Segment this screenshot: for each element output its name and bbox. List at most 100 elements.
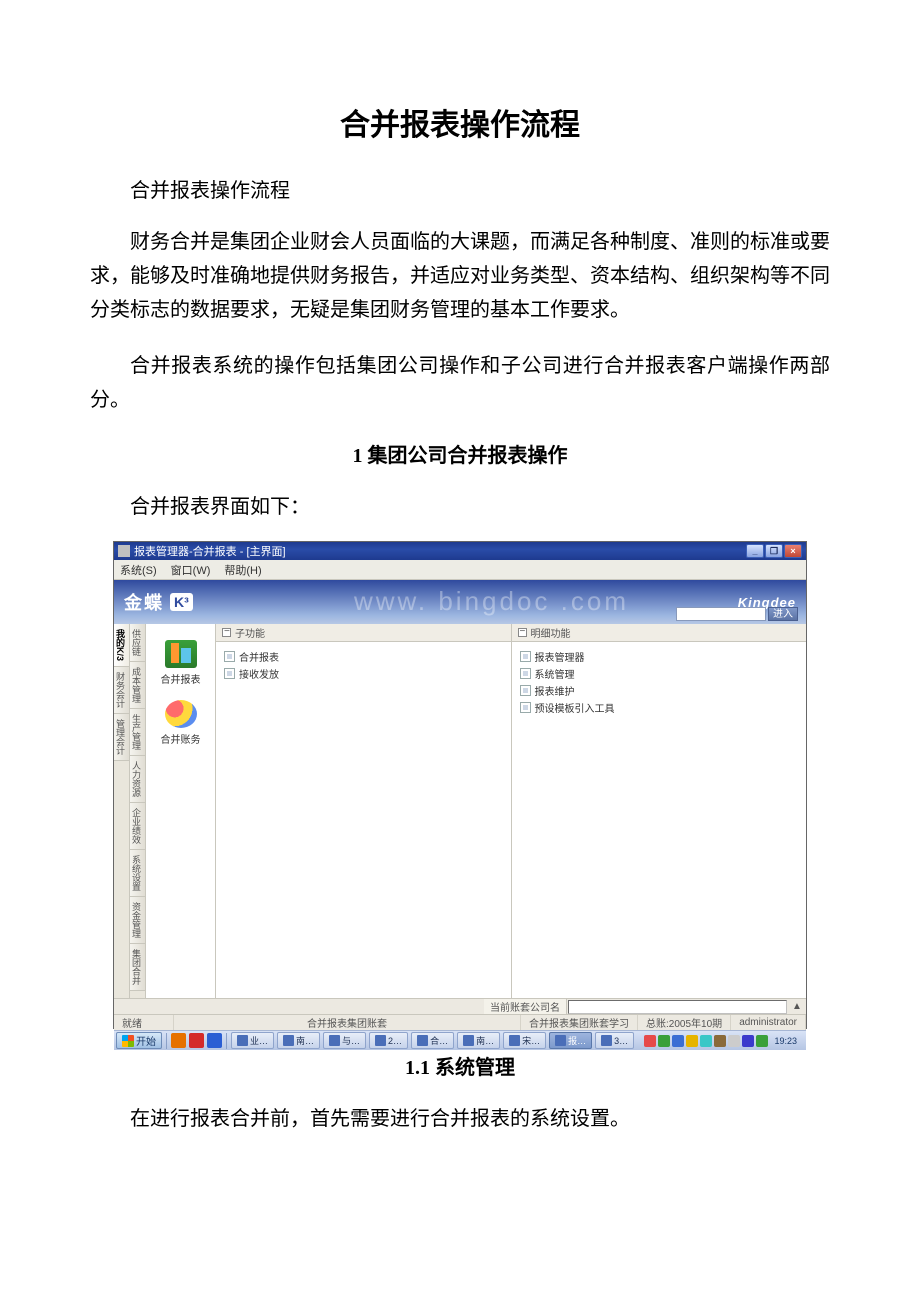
tree-item-report-maint[interactable]: 报表维护 — [520, 682, 799, 699]
collapse-icon[interactable] — [518, 628, 527, 637]
panel-sub-title: 子功能 — [235, 625, 265, 640]
taskbar: 开始 业… 南… 与… 2… 合… 南… 宋… 报… 3… 19:23 — [114, 1030, 806, 1050]
status-bar: 就绪 合并报表集团账套 合并报表集团账套学习 总账:2005年10期 admin… — [114, 1014, 806, 1030]
tray-icon[interactable] — [644, 1035, 656, 1047]
banner: 金蝶 K³ www. bingdoc .com Kingdee 进入 — [114, 580, 806, 624]
vtab-my-k3[interactable]: 我的K/3 — [114, 624, 129, 667]
menu-system[interactable]: 系统(S) — [120, 562, 157, 578]
tray-icon[interactable] — [714, 1035, 726, 1047]
scroll-up-icon[interactable]: ▲ — [788, 999, 806, 1014]
window-title: 报表管理器-合并报表 - [主界面] — [134, 543, 746, 559]
section-1-1-body: 在进行报表合并前，首先需要进行合并报表的系统设置。 — [90, 1102, 830, 1131]
start-button[interactable]: 开始 — [116, 1032, 162, 1049]
vtab-fund[interactable]: 资金管理 — [130, 897, 145, 944]
status-right-3: administrator — [731, 1015, 806, 1030]
tree-item-sys-mgmt[interactable]: 系统管理 — [520, 665, 799, 682]
taskbar-task[interactable]: 业… — [231, 1032, 274, 1049]
section-1-intro: 合并报表界面如下： — [90, 490, 830, 519]
sidebar-icons: 合并报表 合并账务 — [146, 624, 216, 998]
collapse-icon[interactable] — [222, 628, 231, 637]
tree-item-merge-report[interactable]: 合并报表 — [224, 648, 503, 665]
paragraph-intro-1: 财务合并是集团企业财会人员面临的大课题，而满足各种制度、准则的标准或要求，能够及… — [90, 225, 830, 327]
status-ready: 就绪 — [114, 1015, 174, 1030]
paragraph-intro-2: 合并报表系统的操作包括集团公司操作和子公司进行合并报表客户端操作两部分。 — [90, 349, 830, 417]
section-1-heading: 1 集团公司合并报表操作 — [90, 439, 830, 468]
file-icon — [520, 668, 531, 679]
accounts-icon — [165, 700, 197, 728]
start-label: 开始 — [136, 1033, 156, 1048]
watermark: www. bingdoc .com — [354, 586, 629, 617]
taskbar-task[interactable]: 南… — [457, 1032, 500, 1049]
tree-item-report-mgr[interactable]: 报表管理器 — [520, 648, 799, 665]
sidebar-item-label: 合并报表 — [146, 671, 215, 686]
quicklaunch-icon[interactable] — [171, 1033, 186, 1048]
vtab-cost[interactable]: 成本管理 — [130, 662, 145, 709]
taskbar-task[interactable]: 3… — [595, 1032, 634, 1049]
menu-bar: 系统(S) 窗口(W) 帮助(H) — [114, 560, 806, 580]
tray-icon[interactable] — [756, 1035, 768, 1047]
status-company-label: 当前账套公司名 — [484, 999, 567, 1014]
tree-item-label: 报表管理器 — [535, 649, 585, 664]
vtab-perf[interactable]: 企业绩效 — [130, 803, 145, 850]
tray-icon[interactable] — [672, 1035, 684, 1047]
file-icon — [520, 685, 531, 696]
report-icon — [165, 640, 197, 668]
tree-item-template-import[interactable]: 预设模板引入工具 — [520, 699, 799, 716]
sidebar-item-merge-report[interactable]: 合并报表 — [146, 640, 215, 686]
vtab-prod[interactable]: 生产管理 — [130, 709, 145, 756]
window-title-bar: 报表管理器-合并报表 - [主界面] _ ❐ × — [114, 542, 806, 560]
logo-text: 金蝶 — [124, 589, 164, 615]
tray-icon[interactable] — [700, 1035, 712, 1047]
tree-item-label: 系统管理 — [535, 666, 575, 681]
file-icon — [520, 702, 531, 713]
tray-icon[interactable] — [658, 1035, 670, 1047]
vtab-supply[interactable]: 供应链 — [130, 624, 145, 662]
minimize-button[interactable]: _ — [746, 544, 764, 558]
status-right-1: 合并报表集团账套学习 — [521, 1015, 638, 1030]
app-screenshot: 报表管理器-合并报表 - [主界面] _ ❐ × 系统(S) 窗口(W) 帮助(… — [113, 541, 807, 1029]
taskbar-task[interactable]: 合… — [411, 1032, 454, 1049]
quicklaunch-icon[interactable] — [189, 1033, 204, 1048]
document-title: 合并报表操作流程 — [90, 100, 830, 144]
sidebar-tabs-group-right: 供应链 成本管理 生产管理 人力资源 企业绩效 系统设置 资金管理 集团合并 — [130, 624, 146, 998]
tree-item-label: 预设模板引入工具 — [535, 700, 615, 715]
tray-time: 19:23 — [770, 1036, 801, 1046]
taskbar-task[interactable]: 宋… — [503, 1032, 546, 1049]
file-icon — [224, 651, 235, 662]
status-row-company: 当前账套公司名 ▲ — [114, 998, 806, 1014]
close-button[interactable]: × — [784, 544, 802, 558]
quicklaunch-icon[interactable] — [207, 1033, 222, 1048]
tree-item-label: 合并报表 — [239, 649, 279, 664]
app-icon — [118, 545, 130, 557]
enter-button[interactable]: 进入 — [768, 607, 798, 621]
maximize-button[interactable]: ❐ — [765, 544, 783, 558]
vtab-finance[interactable]: 财务会计 — [114, 667, 129, 714]
taskbar-task-active[interactable]: 报… — [549, 1032, 592, 1049]
tray-icon[interactable] — [728, 1035, 740, 1047]
taskbar-task[interactable]: 与… — [323, 1032, 366, 1049]
tree-item-label: 接收发放 — [239, 666, 279, 681]
menu-window[interactable]: 窗口(W) — [171, 562, 211, 578]
panel-sub-features: 子功能 合并报表 接收发放 — [216, 624, 512, 998]
document-subtitle: 合并报表操作流程 — [90, 174, 830, 203]
sidebar-tabs-group-left: 我的K/3 财务会计 管理会计 — [114, 624, 130, 998]
vtab-sys[interactable]: 系统设置 — [130, 850, 145, 897]
search-input[interactable] — [676, 607, 766, 621]
vtab-mgmt-acct[interactable]: 管理会计 — [114, 714, 129, 761]
tree-item-receive-send[interactable]: 接收发放 — [224, 665, 503, 682]
status-right-2: 总账:2005年10期 — [638, 1015, 731, 1030]
section-1-1-heading: 1.1 系统管理 — [90, 1051, 830, 1080]
tray-icon[interactable] — [686, 1035, 698, 1047]
status-company-input[interactable] — [568, 1000, 787, 1014]
tree-item-label: 报表维护 — [535, 683, 575, 698]
sidebar-item-label: 合并账务 — [146, 731, 215, 746]
status-center: 合并报表集团账套 — [174, 1015, 521, 1030]
panel-detail-features: 明细功能 报表管理器 系统管理 报表维护 — [512, 624, 807, 998]
vtab-group[interactable]: 集团合并 — [130, 944, 145, 991]
sidebar-item-merge-accounts[interactable]: 合并账务 — [146, 700, 215, 746]
menu-help[interactable]: 帮助(H) — [224, 562, 261, 578]
tray-icon[interactable] — [742, 1035, 754, 1047]
taskbar-task[interactable]: 南… — [277, 1032, 320, 1049]
vtab-hr[interactable]: 人力资源 — [130, 756, 145, 803]
taskbar-task[interactable]: 2… — [369, 1032, 408, 1049]
